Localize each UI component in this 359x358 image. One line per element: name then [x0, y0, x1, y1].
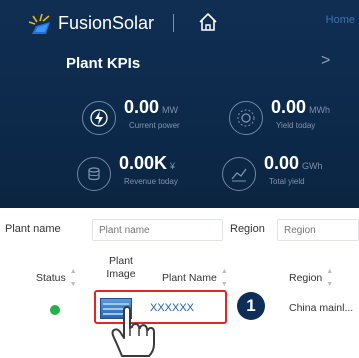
kpi-label: Current power: [129, 121, 180, 130]
region-filter-label: Region: [230, 223, 265, 235]
kpi-more-chevron-icon[interactable]: >: [321, 52, 330, 70]
plant-name-filter-input[interactable]: [92, 219, 223, 241]
home-icon[interactable]: [197, 11, 219, 33]
coins-icon: [77, 157, 111, 191]
lightning-icon: [82, 101, 116, 135]
kpi-value: 0.00K ¥: [119, 153, 176, 173]
kpi-value: 0.00 MWh: [271, 97, 331, 117]
sun-yield-icon: [229, 101, 263, 135]
kpi-value: 0.00 MW: [124, 97, 179, 117]
step-number-badge: 1: [237, 292, 265, 320]
region-cell: China mainl...: [289, 302, 354, 314]
table-header: Status▲ ▼ Plant Image Plant Name▲ ▼ Region▲…: [0, 253, 359, 289]
sort-icon[interactable]: ▲ ▼: [221, 265, 228, 291]
kpi-label: Yield today: [276, 121, 316, 130]
column-header-plant-name[interactable]: Plant Name▲ ▼: [162, 265, 228, 291]
plant-name-filter-label: Plant name: [5, 223, 61, 235]
column-header-region[interactable]: Region▲ ▼: [289, 265, 333, 291]
hand-pointer-icon: [111, 306, 155, 357]
kpi-value: 0.00 GWh: [264, 153, 323, 173]
sort-icon[interactable]: ▲ ▼: [326, 265, 333, 291]
top-bar: FusionSolar Home: [0, 0, 359, 44]
column-header-plant-image: Plant Image: [106, 255, 136, 280]
column-header-status[interactable]: Status▲ ▼: [36, 265, 77, 291]
header-divider: [173, 14, 174, 32]
chart-yield-icon: [222, 157, 256, 191]
filter-bar: Plant name Region: [0, 219, 359, 243]
kpi-label: Revenue today: [124, 177, 178, 186]
region-filter-input[interactable]: [277, 219, 359, 241]
sort-icon[interactable]: ▲ ▼: [70, 265, 77, 291]
kpi-label: Total yield: [269, 177, 305, 186]
status-online-dot: [50, 305, 60, 315]
fusionsolar-logo: [28, 13, 50, 34]
kpi-panel-title: Plant KPIs: [66, 55, 141, 72]
home-nav-link[interactable]: Home: [326, 14, 355, 26]
app-brand-name: FusionSolar: [58, 13, 155, 33]
